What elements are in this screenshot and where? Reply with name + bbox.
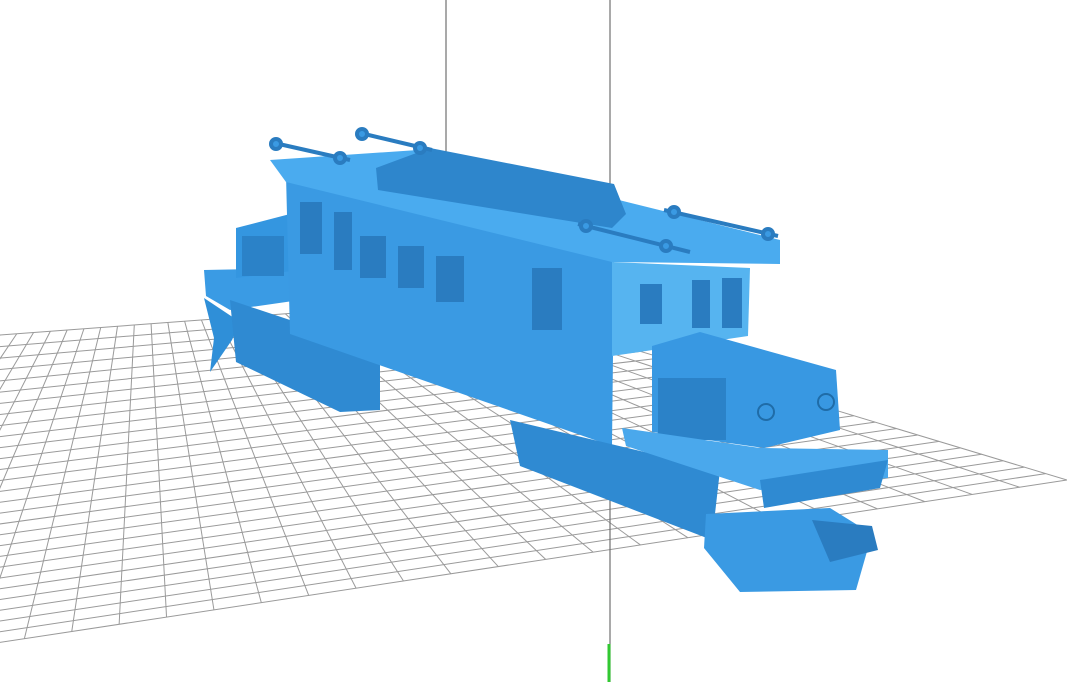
grid-line <box>0 329 68 489</box>
right-bonnet-vent <box>658 378 726 440</box>
grid-line <box>0 466 1025 622</box>
grid-line <box>0 473 1046 633</box>
3d-viewport[interactable] <box>0 0 1067 682</box>
left-bonnet-vent <box>242 236 284 276</box>
scene-canvas[interactable] <box>0 0 1067 682</box>
